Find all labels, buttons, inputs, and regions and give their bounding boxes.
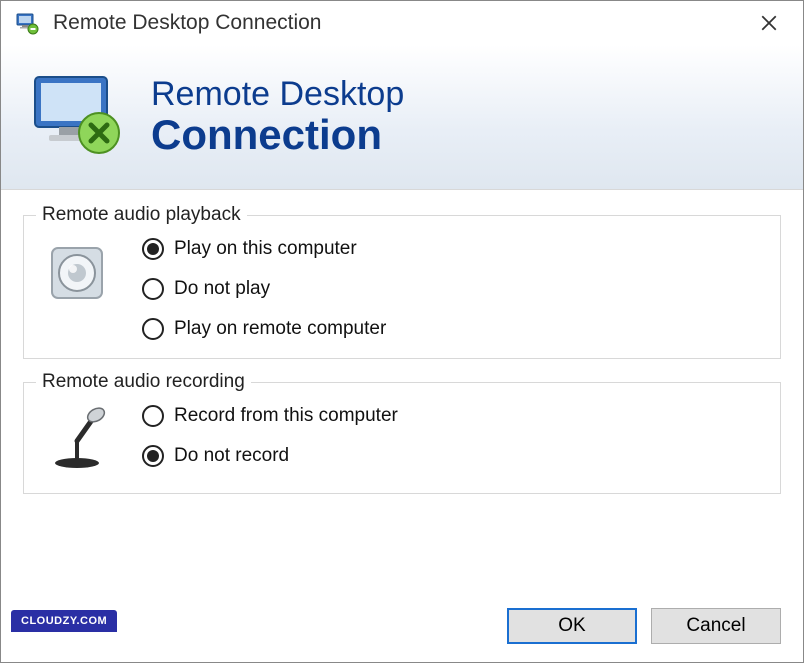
radio-label: Record from this computer	[174, 405, 398, 427]
ok-button[interactable]: OK	[507, 608, 637, 644]
radio-do-not-play[interactable]: Do not play	[142, 278, 386, 300]
dialog-content: Remote audio playback Play on this compu…	[1, 190, 803, 494]
dialog-buttons: OK Cancel	[507, 608, 781, 644]
cancel-button[interactable]: Cancel	[651, 608, 781, 644]
banner-text: Remote Desktop Connection	[151, 77, 404, 157]
close-button[interactable]	[749, 3, 789, 43]
banner: Remote Desktop Connection	[1, 45, 803, 190]
group-remote-audio-playback: Remote audio playback Play on this compu…	[23, 204, 781, 359]
close-icon	[760, 14, 778, 32]
radio-play-on-this-computer[interactable]: Play on this computer	[142, 238, 386, 260]
radio-indicator	[142, 445, 164, 467]
speaker-icon	[42, 238, 112, 308]
group-legend-recording: Remote audio recording	[36, 371, 251, 393]
playback-options: Play on this computer Do not play Play o…	[142, 236, 386, 340]
window-title: Remote Desktop Connection	[53, 11, 749, 35]
group-remote-audio-recording: Remote audio recording Record from this …	[23, 371, 781, 494]
rdp-banner-icon	[29, 69, 125, 165]
radio-record-from-this-computer[interactable]: Record from this computer	[142, 405, 398, 427]
radio-label: Do not record	[174, 445, 289, 467]
banner-title-line2: Connection	[151, 113, 404, 157]
radio-indicator	[142, 318, 164, 340]
rdp-titlebar-icon	[15, 11, 39, 35]
banner-title-line1: Remote Desktop	[151, 77, 404, 113]
titlebar: Remote Desktop Connection	[1, 1, 803, 45]
radio-label: Do not play	[174, 278, 270, 300]
radio-play-on-remote-computer[interactable]: Play on remote computer	[142, 318, 386, 340]
group-legend-playback: Remote audio playback	[36, 204, 247, 226]
radio-indicator	[142, 238, 164, 260]
radio-indicator	[142, 278, 164, 300]
radio-label: Play on remote computer	[174, 318, 386, 340]
recording-options: Record from this computer Do not record	[142, 403, 398, 467]
radio-label: Play on this computer	[174, 238, 357, 260]
microphone-icon	[42, 405, 112, 475]
radio-indicator	[142, 405, 164, 427]
radio-do-not-record[interactable]: Do not record	[142, 445, 398, 467]
watermark-badge: CLOUDZY.COM	[11, 610, 117, 632]
